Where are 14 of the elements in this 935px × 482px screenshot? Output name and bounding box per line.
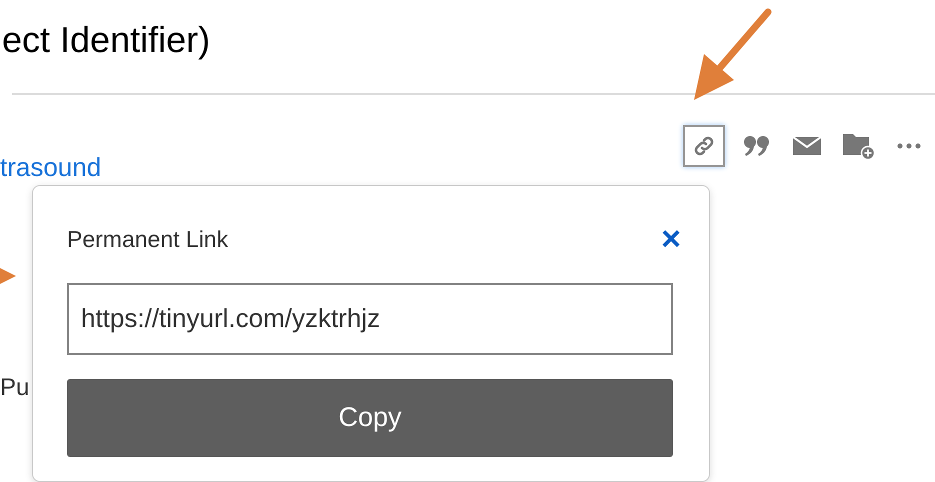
folder-add-icon [843, 132, 875, 160]
popover-title: Permanent Link [67, 225, 228, 254]
url-field[interactable]: https://tinyurl.com/yzktrhjz [67, 282, 673, 354]
link-icon [692, 134, 716, 158]
quote-icon [743, 135, 771, 157]
annotation-arrowhead [0, 266, 16, 286]
copy-button[interactable]: Copy [67, 378, 673, 456]
mail-icon [793, 136, 821, 156]
close-button[interactable]: × [661, 224, 681, 254]
more-icon [897, 143, 921, 149]
link-button[interactable] [683, 125, 725, 167]
page-heading: ect Identifier) [1, 18, 212, 62]
result-title-link[interactable]: trasound [0, 152, 102, 182]
body-text: Pu [0, 373, 30, 403]
